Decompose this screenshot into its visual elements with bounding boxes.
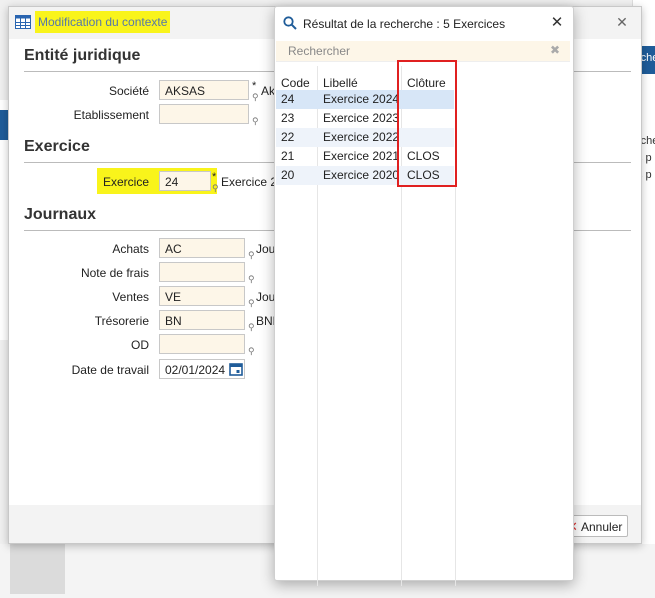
annotation-highlight-box bbox=[397, 60, 457, 187]
ventes-label: Ventes bbox=[112, 290, 149, 304]
cell-code: 20 bbox=[281, 168, 295, 182]
column-header-code[interactable]: Code bbox=[281, 76, 310, 90]
od-input[interactable] bbox=[159, 334, 245, 354]
lookup-icon[interactable]: ⚲ bbox=[248, 251, 255, 260]
cell-libelle: Exercice 2023 bbox=[323, 111, 400, 125]
section-title-entite: Entité juridique bbox=[24, 47, 141, 64]
etablissement-label: Etablissement bbox=[73, 108, 149, 122]
tresorerie-label: Trésorerie bbox=[94, 314, 149, 328]
note-frais-input[interactable] bbox=[159, 262, 245, 282]
popup-search-input[interactable]: Rechercher bbox=[288, 44, 350, 58]
od-label: OD bbox=[131, 338, 149, 352]
societe-input[interactable]: AKSAS bbox=[159, 80, 249, 100]
cell-libelle: Exercice 2020 bbox=[323, 168, 400, 182]
table-icon bbox=[15, 15, 31, 29]
lookup-icon[interactable]: ⚲ bbox=[248, 347, 255, 356]
cell-code: 22 bbox=[281, 130, 295, 144]
section-title-journaux: Journaux bbox=[24, 206, 97, 223]
achats-input[interactable]: AC bbox=[159, 238, 245, 258]
cancel-label: Annuler bbox=[581, 520, 623, 534]
clear-search-icon[interactable]: ✖ bbox=[550, 43, 560, 57]
lookup-icon[interactable]: ⚲ bbox=[248, 323, 255, 332]
cell-libelle: Exercice 2022 bbox=[323, 130, 400, 144]
lookup-icon[interactable]: ⚲ bbox=[252, 93, 259, 102]
search-icon bbox=[283, 16, 297, 30]
cell-code: 23 bbox=[281, 111, 295, 125]
blurred-content bbox=[10, 544, 65, 594]
cell-code: 21 bbox=[281, 149, 295, 163]
tresorerie-input[interactable]: BN bbox=[159, 310, 245, 330]
cell-libelle: Exercice 2021 bbox=[323, 149, 400, 163]
ventes-input[interactable]: VE bbox=[159, 286, 245, 306]
dialog-title: Modification du contexte bbox=[35, 11, 171, 33]
popup-close-icon[interactable]: ✕ bbox=[547, 13, 567, 33]
etablissement-input[interactable] bbox=[159, 104, 249, 124]
societe-description: Ak bbox=[261, 84, 276, 98]
required-marker: * bbox=[212, 171, 217, 183]
lookup-icon[interactable]: ⚲ bbox=[252, 117, 259, 126]
cell-libelle: Exercice 2024 bbox=[323, 92, 400, 106]
dialog-close-icon[interactable]: ✕ bbox=[611, 11, 633, 33]
column-header-libelle[interactable]: Libellé bbox=[323, 76, 358, 90]
lookup-icon[interactable]: ⚲ bbox=[248, 275, 255, 284]
section-title-exercice: Exercice bbox=[24, 138, 90, 155]
background-left-blue bbox=[0, 110, 8, 140]
exercice-label: Exercice bbox=[102, 175, 149, 189]
lookup-icon[interactable]: ⚲ bbox=[212, 184, 219, 193]
popup-search-bar: Rechercher ✖ bbox=[276, 41, 570, 62]
lookup-icon[interactable]: ⚲ bbox=[248, 299, 255, 308]
popup-title: Résultat de la recherche : 5 Exercices bbox=[303, 17, 506, 31]
date-travail-label: Date de travail bbox=[71, 363, 149, 377]
required-marker: * bbox=[252, 80, 257, 92]
exercice-input[interactable]: 24 bbox=[159, 171, 211, 191]
ventes-description: Jou bbox=[256, 290, 276, 304]
achats-description: Jou bbox=[256, 242, 276, 256]
calendar-icon[interactable] bbox=[229, 362, 243, 376]
cell-code: 24 bbox=[281, 92, 295, 106]
achats-label: Achats bbox=[112, 242, 149, 256]
societe-label: Société bbox=[108, 84, 149, 98]
note-frais-label: Note de frais bbox=[80, 266, 149, 280]
